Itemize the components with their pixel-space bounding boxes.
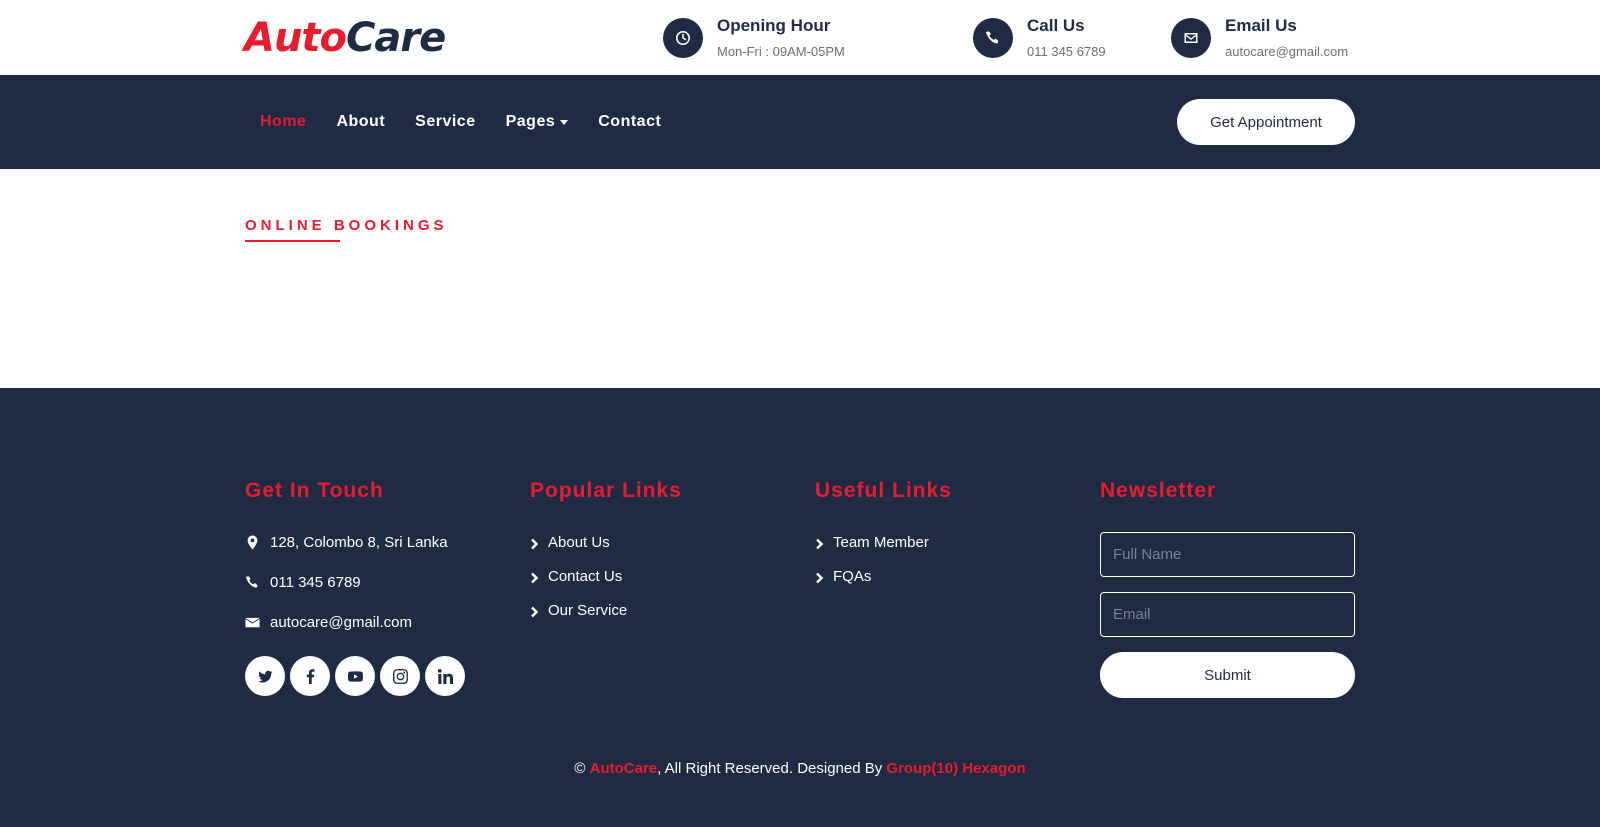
brand-logo[interactable]: AutoCare — [244, 13, 446, 63]
nav-item-pages-label: Pages — [505, 113, 556, 130]
clock-icon — [663, 18, 703, 58]
footer-link-label: FQAs — [833, 568, 872, 585]
instagram-icon — [392, 668, 408, 684]
linkedin-icon — [437, 668, 453, 684]
footer-col-popular-links: Popular Links About Us Contact Us Our Se… — [530, 478, 682, 619]
footer-address-text: 128, Colombo 8, Sri Lanka — [270, 534, 448, 551]
section-title-underline — [245, 240, 340, 242]
chevron-right-icon — [815, 571, 827, 583]
chevron-right-icon — [815, 537, 827, 549]
chevron-right-icon — [530, 605, 542, 617]
footer-phone: 011 345 6789 — [245, 574, 361, 591]
phone-icon — [973, 18, 1013, 58]
nav-item-contact[interactable]: Contact — [598, 113, 661, 131]
envelope-icon — [245, 617, 260, 628]
newsletter-heading: Newsletter — [1100, 479, 1217, 502]
footer-link-team-member[interactable]: Team Member — [815, 534, 929, 551]
nav-item-about[interactable]: About — [336, 113, 385, 131]
envelope-icon — [1171, 18, 1211, 58]
footer-email-text: autocare@gmail.com — [270, 614, 412, 631]
footer-link-about-us[interactable]: About Us — [530, 534, 610, 551]
footer-col-newsletter: Newsletter Submit — [1100, 478, 1355, 698]
footer-link-label: Team Member — [833, 534, 929, 551]
nav-item-pages[interactable]: Pages — [506, 113, 569, 131]
nav-item-home[interactable]: Home — [260, 113, 306, 131]
footer-link-our-service[interactable]: Our Service — [530, 602, 627, 619]
newsletter-submit-button[interactable]: Submit — [1100, 652, 1355, 698]
email-us-info: Email Us autocare@gmail.com — [1171, 15, 1348, 62]
copyright: © AutoCare, All Right Reserved. Designed… — [0, 760, 1600, 777]
get-appointment-button[interactable]: Get Appointment — [1177, 99, 1355, 145]
footer-link-label: Our Service — [548, 602, 628, 619]
footer-link-fqas[interactable]: FQAs — [815, 568, 871, 585]
twitter-icon — [257, 670, 273, 682]
youtube-link[interactable] — [335, 656, 375, 696]
facebook-link[interactable] — [290, 656, 330, 696]
twitter-link[interactable] — [245, 656, 285, 696]
footer-col-useful-links: Useful Links Team Member FQAs — [815, 478, 952, 585]
caret-down-icon — [560, 119, 569, 125]
get-in-touch-heading: Get In Touch — [245, 479, 384, 502]
copyright-text: , All Right Reserved. Designed By — [657, 760, 887, 777]
nav-item-service[interactable]: Service — [415, 113, 475, 131]
facebook-icon — [306, 668, 314, 684]
copyright-brand-link[interactable]: AutoCare — [590, 760, 658, 777]
email-us-value: autocare@gmail.com — [1225, 44, 1349, 59]
section-title: ONLINE BOOKINGS — [245, 217, 448, 234]
footer-link-label: Contact Us — [548, 568, 623, 585]
useful-links-heading: Useful Links — [815, 479, 952, 502]
map-marker-icon — [247, 535, 258, 550]
main-nav: Home About Service Pages Contact — [260, 75, 691, 169]
footer-link-contact-us[interactable]: Contact Us — [530, 568, 622, 585]
social-links — [245, 656, 470, 696]
call-us-value: 011 345 6789 — [1027, 44, 1106, 59]
top-bar: AutoCare Opening Hour Mon-Fri : 09AM-05P… — [0, 0, 1600, 75]
chevron-right-icon — [530, 571, 542, 583]
newsletter-email-field[interactable] — [1100, 592, 1355, 637]
youtube-icon — [347, 670, 363, 682]
footer-email: autocare@gmail.com — [245, 614, 412, 631]
main-navbar: Home About Service Pages Contact — [0, 75, 1600, 169]
brand-logo-part2: Care — [346, 15, 446, 61]
newsletter-name-field[interactable] — [1100, 532, 1355, 577]
opening-hour-info: Opening Hour Mon-Fri : 09AM-05PM — [663, 15, 845, 62]
chevron-right-icon — [530, 537, 542, 549]
linkedin-link[interactable] — [425, 656, 465, 696]
phone-icon — [245, 576, 258, 588]
opening-hour-title: Opening Hour — [717, 16, 831, 35]
brand-logo-part1: Auto — [244, 15, 347, 61]
footer-col-get-in-touch: Get In Touch 128, Colombo 8, Sri Lanka 0… — [245, 478, 465, 696]
popular-links-heading: Popular Links — [530, 479, 682, 502]
call-us-title: Call Us — [1027, 16, 1085, 35]
email-us-title: Email Us — [1225, 16, 1297, 35]
footer-link-label: About Us — [548, 534, 610, 551]
footer-phone-text: 011 345 6789 — [270, 574, 361, 591]
opening-hour-value: Mon-Fri : 09AM-05PM — [717, 44, 845, 59]
footer-address: 128, Colombo 8, Sri Lanka — [245, 534, 448, 551]
copyright-symbol: © — [574, 760, 586, 777]
copyright-designer-link[interactable]: Group(10) Hexagon — [886, 760, 1025, 777]
call-us-info: Call Us 011 345 6789 — [973, 15, 1106, 62]
instagram-link[interactable] — [380, 656, 420, 696]
